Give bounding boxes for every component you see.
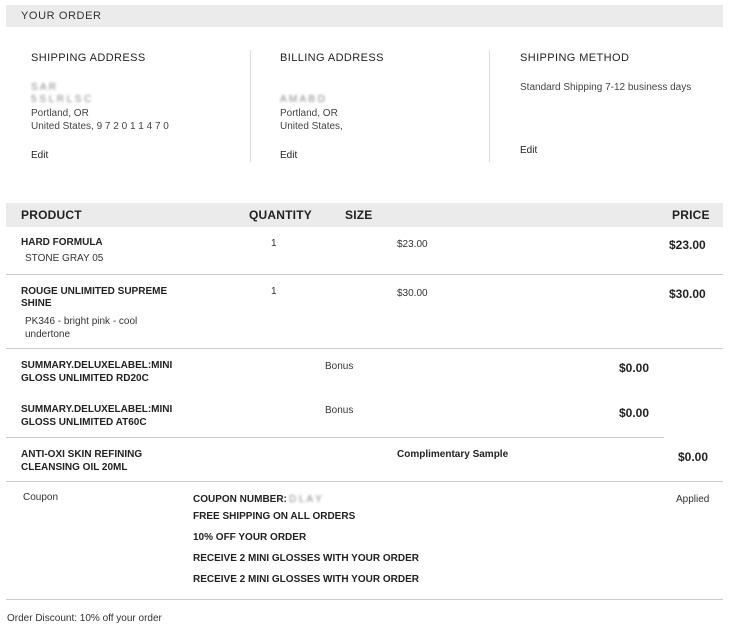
- bonus-label: Bonus: [325, 405, 354, 416]
- column-price: PRICE: [672, 208, 710, 222]
- order-discount: Order Discount: 10% off your order: [7, 613, 162, 624]
- shipping-address-line2: 5 S L R L S C: [31, 94, 92, 105]
- shipping-address-country: United States, 9 7 2 0 1 1 4 7 0: [31, 121, 169, 132]
- billing-address-heading: BILLING ADDRESS: [280, 52, 384, 64]
- coupon-label: Coupon: [23, 492, 59, 503]
- shipping-address-city: Portland, OR: [31, 108, 89, 119]
- shipping-method-heading: SHIPPING METHOD: [520, 52, 630, 64]
- sample-item-name: ANTI-OXI SKIN REFINING: [21, 449, 143, 460]
- column-quantity: QUANTITY: [249, 208, 312, 222]
- edit-shipping-method-link[interactable]: Edit: [520, 145, 537, 156]
- row-divider: [6, 437, 664, 438]
- row-divider: [6, 599, 723, 600]
- sample-price: $0.00: [678, 450, 709, 464]
- bonus-item-name-continued: GLOSS UNLIMITED AT60C: [21, 417, 147, 428]
- product-quantity: 1: [271, 238, 277, 249]
- coupon-offer: 10% OFF YOUR ORDER: [193, 532, 307, 543]
- bonus-price: $0.00: [619, 406, 650, 420]
- product-unit-price: $23.00: [397, 239, 428, 250]
- bonus-item-name-continued: GLOSS UNLIMITED RD20C: [21, 373, 149, 384]
- product-price: $23.00: [669, 238, 706, 252]
- product-unit-price: $30.00: [397, 288, 428, 299]
- product-name-continued: SHINE: [21, 298, 52, 309]
- billing-address-country: United States,: [280, 121, 343, 132]
- edit-billing-address-link[interactable]: Edit: [280, 150, 297, 161]
- row-divider: [6, 348, 723, 349]
- shipping-address-line1: S A R: [31, 82, 57, 93]
- column-divider: [489, 50, 490, 162]
- column-divider: [250, 50, 251, 162]
- coupon-offer: RECEIVE 2 MINI GLOSSES WITH YOUR ORDER: [193, 553, 419, 564]
- bonus-item-name: SUMMARY.DELUXELABEL:MINI: [21, 404, 173, 415]
- product-quantity: 1: [271, 286, 277, 297]
- product-price: $30.00: [669, 287, 706, 301]
- product-name: HARD FORMULA: [21, 237, 103, 248]
- bonus-price: $0.00: [619, 361, 650, 375]
- row-divider: [6, 274, 723, 275]
- sample-label: Complimentary Sample: [397, 449, 509, 460]
- shipping-method-value: Standard Shipping 7-12 business days: [520, 82, 692, 93]
- column-product: PRODUCT: [21, 208, 82, 222]
- billing-address-line1: A M A B D: [280, 94, 326, 105]
- your-order-title: YOUR ORDER: [21, 10, 102, 22]
- product-variant-continued: undertone: [25, 329, 71, 340]
- coupon-offer: RECEIVE 2 MINI GLOSSES WITH YOUR ORDER: [193, 574, 419, 585]
- coupon-number-label: COUPON NUMBER:: [193, 494, 287, 505]
- your-order-header: [6, 5, 723, 27]
- row-divider: [6, 481, 723, 482]
- coupon-number-value: D L A Y: [289, 494, 322, 505]
- edit-shipping-address-link[interactable]: Edit: [31, 150, 48, 161]
- sample-item-name-continued: CLEANSING OIL 20ML: [21, 462, 128, 473]
- bonus-item-name: SUMMARY.DELUXELABEL:MINI: [21, 360, 173, 371]
- product-variant: STONE GRAY 05: [25, 253, 104, 264]
- coupon-offer: FREE SHIPPING ON ALL ORDERS: [193, 511, 356, 522]
- product-variant: PK346 - bright pink - cool: [25, 316, 138, 327]
- billing-address-city: Portland, OR: [280, 108, 338, 119]
- column-size: SIZE: [345, 208, 373, 222]
- coupon-status: Applied: [676, 494, 710, 505]
- bonus-label: Bonus: [325, 361, 354, 372]
- shipping-address-heading: SHIPPING ADDRESS: [31, 52, 146, 64]
